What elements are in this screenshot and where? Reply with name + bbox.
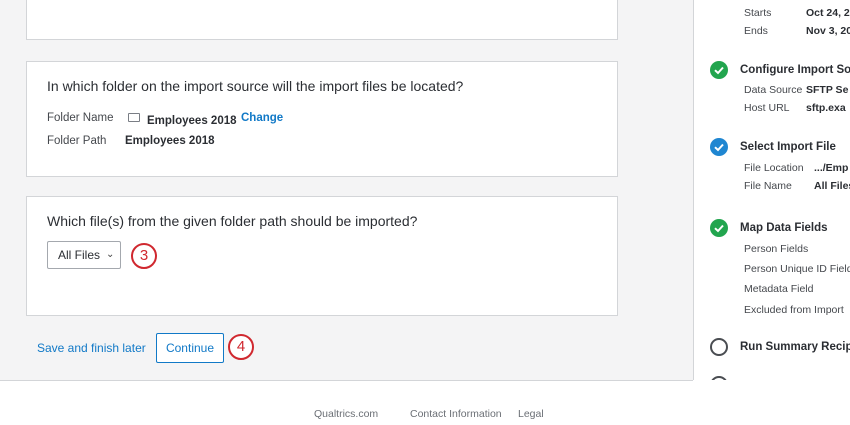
file-location-label: File Location xyxy=(744,162,804,174)
save-and-finish-later-link[interactable]: Save and finish later xyxy=(37,341,146,355)
schedule-ends-value: Nov 3, 20 xyxy=(806,25,850,37)
person-unique-id-label: Person Unique ID Fields xyxy=(744,263,850,275)
folder-path-value: Employees 2018 xyxy=(125,135,215,147)
continue-button[interactable]: Continue xyxy=(156,333,224,363)
import-steps-sidebar: Starts Oct 24, 20 Ends Nov 3, 20 Configu… xyxy=(693,0,850,380)
step-run-summary-recipients[interactable]: Run Summary Recipie xyxy=(740,341,850,353)
files-question-text: Which file(s) from the given folder path… xyxy=(47,213,418,229)
schedule-starts-label: Starts xyxy=(744,7,772,19)
file-name-value: All Files xyxy=(814,180,850,192)
file-name-label: File Name xyxy=(744,180,792,192)
empty-circle-icon xyxy=(710,338,728,356)
files-question-card: Which file(s) from the given folder path… xyxy=(26,196,618,316)
file-select-dropdown[interactable]: All Files ⌄ xyxy=(47,241,121,269)
data-source-value: SFTP Se xyxy=(806,84,849,96)
step-select-import-file[interactable]: Select Import File xyxy=(740,141,836,153)
folder-path-label: Folder Path xyxy=(47,135,107,147)
folder-name-value: Employees 2018 xyxy=(147,115,237,127)
check-icon xyxy=(710,138,728,156)
metadata-field-label: Metadata Field xyxy=(744,283,814,295)
check-icon xyxy=(710,61,728,79)
step-map-data-fields[interactable]: Map Data Fields xyxy=(740,222,828,234)
footer-link-qualtrics[interactable]: Qualtrics.com xyxy=(314,408,378,420)
chevron-down-icon: ⌄ xyxy=(106,249,115,260)
step-marker-4: 4 xyxy=(228,334,254,360)
folder-name-label: Folder Name xyxy=(47,112,114,124)
step-marker-3: 3 xyxy=(131,243,157,269)
footer-link-contact[interactable]: Contact Information xyxy=(410,408,502,420)
person-fields-label: Person Fields xyxy=(744,243,809,255)
check-icon xyxy=(710,219,728,237)
schedule-ends-label: Ends xyxy=(744,25,768,37)
empty-circle-icon xyxy=(710,376,728,380)
excluded-from-import-label: Excluded from Import xyxy=(744,304,844,316)
step-configure-import-source[interactable]: Configure Import Sou xyxy=(740,64,850,76)
host-url-label: Host URL xyxy=(744,102,790,114)
folder-icon xyxy=(128,113,140,122)
folder-question-text: In which folder on the import source wil… xyxy=(47,78,464,94)
host-url-value: sftp.exa xyxy=(806,102,846,114)
file-location-value: .../Emp xyxy=(814,162,849,174)
change-folder-link[interactable]: Change xyxy=(241,112,283,124)
file-select-value: All Files xyxy=(58,248,101,262)
content-divider xyxy=(0,380,693,381)
footer-link-legal[interactable]: Legal xyxy=(518,408,544,420)
schedule-starts-value: Oct 24, 20 xyxy=(806,7,850,19)
folder-question-card: In which folder on the import source wil… xyxy=(26,61,618,177)
data-source-label: Data Source xyxy=(744,84,803,96)
previous-question-card xyxy=(26,0,618,40)
